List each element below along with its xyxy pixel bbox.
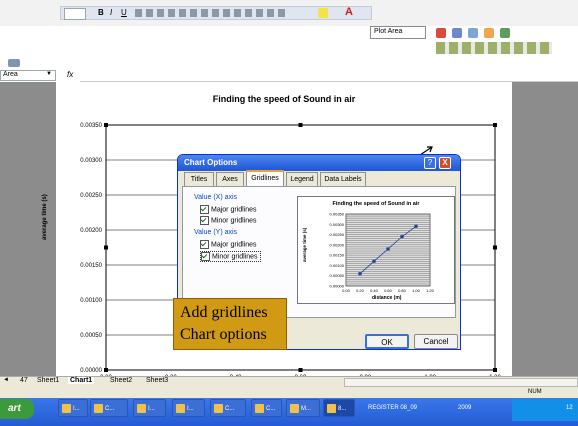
window-icon	[176, 404, 185, 413]
window-icon	[94, 404, 103, 413]
preview-y-tick-label: 0.00350	[330, 212, 345, 217]
callout-box: Add gridlines Chart options	[173, 298, 287, 350]
window-icon	[214, 404, 223, 413]
preview-x-tick-label: 0.60	[384, 288, 393, 293]
preview-x-tick-label: 0.20	[356, 288, 365, 293]
taskbar-item-2[interactable]: C...	[90, 399, 128, 417]
window-icon	[255, 404, 264, 413]
preview-data-point	[386, 247, 390, 251]
clock: 12	[566, 405, 573, 411]
folder-2009[interactable]: 2009	[458, 405, 471, 411]
taskbar-item-1[interactable]: I...	[58, 399, 88, 417]
preview-y-tick-label: 0.00100	[330, 263, 345, 268]
preview-y-tick-label: 0.00200	[330, 242, 345, 247]
preview-data-point	[414, 224, 418, 228]
preview-data-point	[358, 272, 362, 276]
window-icon	[290, 404, 299, 413]
status-bar	[0, 388, 578, 398]
sheet-tab-sheet1[interactable]: Sheet1	[37, 377, 59, 384]
preview-x-tick-label: 1.20	[426, 288, 435, 293]
register-folder[interactable]: REGISTER 08_09	[368, 405, 417, 411]
preview-y-tick-label: 0.00050	[330, 273, 345, 278]
horizontal-scrollbar[interactable]	[344, 378, 578, 387]
sheet-tab-sheet3[interactable]: Sheet3	[146, 377, 168, 384]
preview-x-tick-label: 1.00	[412, 288, 421, 293]
taskbar-item-7[interactable]: M...	[286, 399, 320, 417]
preview-y-tick-label: 0.00250	[330, 232, 345, 237]
preview-chart: 0.000000.000500.001000.001500.002000.002…	[330, 212, 435, 294]
preview-x-tick-label: 0.80	[398, 288, 407, 293]
preview-data-point	[372, 259, 376, 263]
taskbar-item-5[interactable]: C...	[210, 399, 246, 417]
preview-x-tick-label: 0.40	[370, 288, 379, 293]
cancel-button[interactable]: Cancel	[414, 334, 458, 349]
sheet-tab-chart1[interactable]: Chart1	[68, 377, 95, 384]
preview-x-tick-label: 0.00	[342, 288, 351, 293]
sheet-tab-sheet2[interactable]: Sheet2	[110, 377, 132, 384]
window-icon	[137, 404, 146, 413]
start-button[interactable]: art	[0, 399, 34, 419]
taskbar-item-4[interactable]: I...	[172, 399, 205, 417]
callout-line-1: Add gridlines	[180, 304, 268, 321]
taskbar-item-6[interactable]: C...	[251, 399, 282, 417]
taskbar-item-3[interactable]: I...	[133, 399, 166, 417]
sheet-nav-count[interactable]: 47	[20, 377, 28, 384]
preview-y-tick-label: 0.00150	[330, 253, 345, 258]
ok-button[interactable]: OK	[365, 334, 409, 349]
callout-line-2: Chart options	[180, 326, 267, 343]
sheet-nav-left-icon[interactable]: ◄	[3, 377, 9, 383]
window-icon	[62, 404, 71, 413]
taskbar-item-8[interactable]: 8...	[323, 399, 355, 417]
window-icon	[327, 404, 336, 413]
preview-y-tick-label: 0.00300	[330, 222, 345, 227]
preview-data-point	[400, 235, 404, 239]
num-lock-indicator: NUM	[528, 389, 542, 395]
